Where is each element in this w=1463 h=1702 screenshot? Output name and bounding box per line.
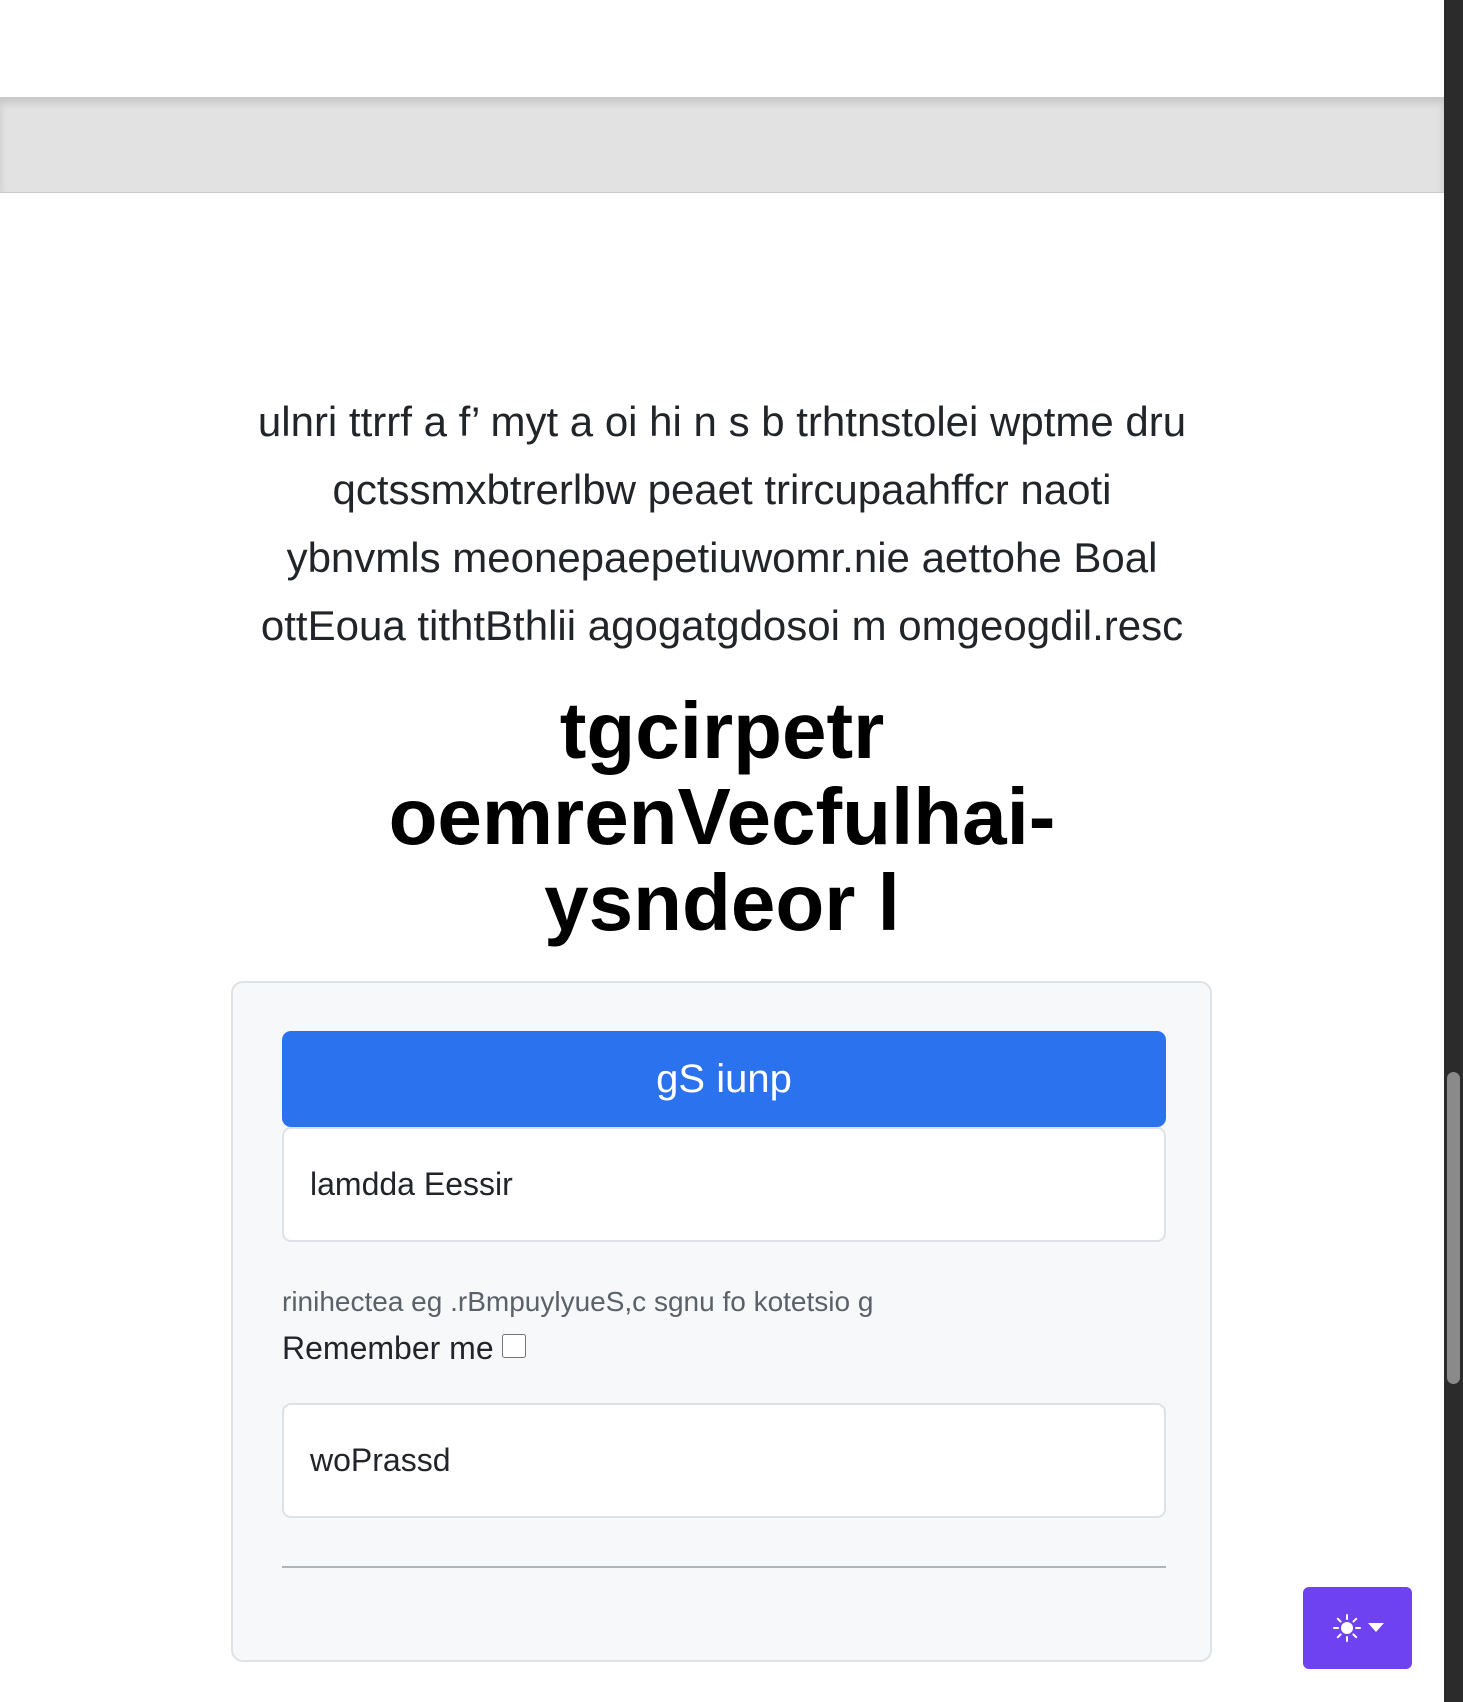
intro-line: ulnri ttrrf a f’ myt a oi hi n s b trhtn… bbox=[257, 398, 1187, 445]
theme-toggle-button[interactable] bbox=[1303, 1587, 1412, 1669]
signup-form-card: gS iunp rinihectea eg .rBmpuylyueS,c sgn… bbox=[231, 981, 1212, 1662]
remember-me-label[interactable]: Remember me bbox=[282, 1330, 526, 1367]
page-heading: tgcirpetr oemrenVecfulhai- ysndeor l bbox=[180, 688, 1264, 946]
email-help-text: rinihectea eg .rBmpuylyueS,c sgnu fo kot… bbox=[282, 1286, 874, 1317]
intro-line: qctssmxbtrerlbw peaet trircupaahffcr nao… bbox=[332, 466, 1112, 513]
top-navbar bbox=[0, 97, 1444, 192]
heading-line: tgcirpetr bbox=[559, 686, 885, 775]
email-field[interactable] bbox=[282, 1127, 1166, 1242]
sun-icon bbox=[1332, 1613, 1362, 1643]
intro-line: ottEoua tithtBthlii agogatgdosoi m omgeo… bbox=[260, 602, 1184, 649]
heading-line: ysndeor l bbox=[544, 858, 900, 947]
sign-up-button[interactable]: gS iunp bbox=[282, 1031, 1166, 1127]
caret-down-icon bbox=[1367, 1623, 1384, 1633]
intro-line: ybnvmls meonepaepetiuwomr.nie aettohe Bo… bbox=[286, 534, 1158, 581]
form-divider bbox=[282, 1566, 1166, 1568]
scrollbar-thumb[interactable] bbox=[1447, 1072, 1460, 1384]
page-scrollbar[interactable] bbox=[1444, 0, 1463, 1702]
intro-text: ulnri ttrrf a f’ myt a oi hi n s b trhtn… bbox=[180, 388, 1264, 660]
remember-me-checkbox[interactable] bbox=[501, 1333, 526, 1358]
heading-line: oemrenVecfulhai- bbox=[388, 772, 1056, 861]
password-field[interactable] bbox=[282, 1403, 1166, 1518]
remember-me-text: Remember me bbox=[282, 1330, 494, 1366]
